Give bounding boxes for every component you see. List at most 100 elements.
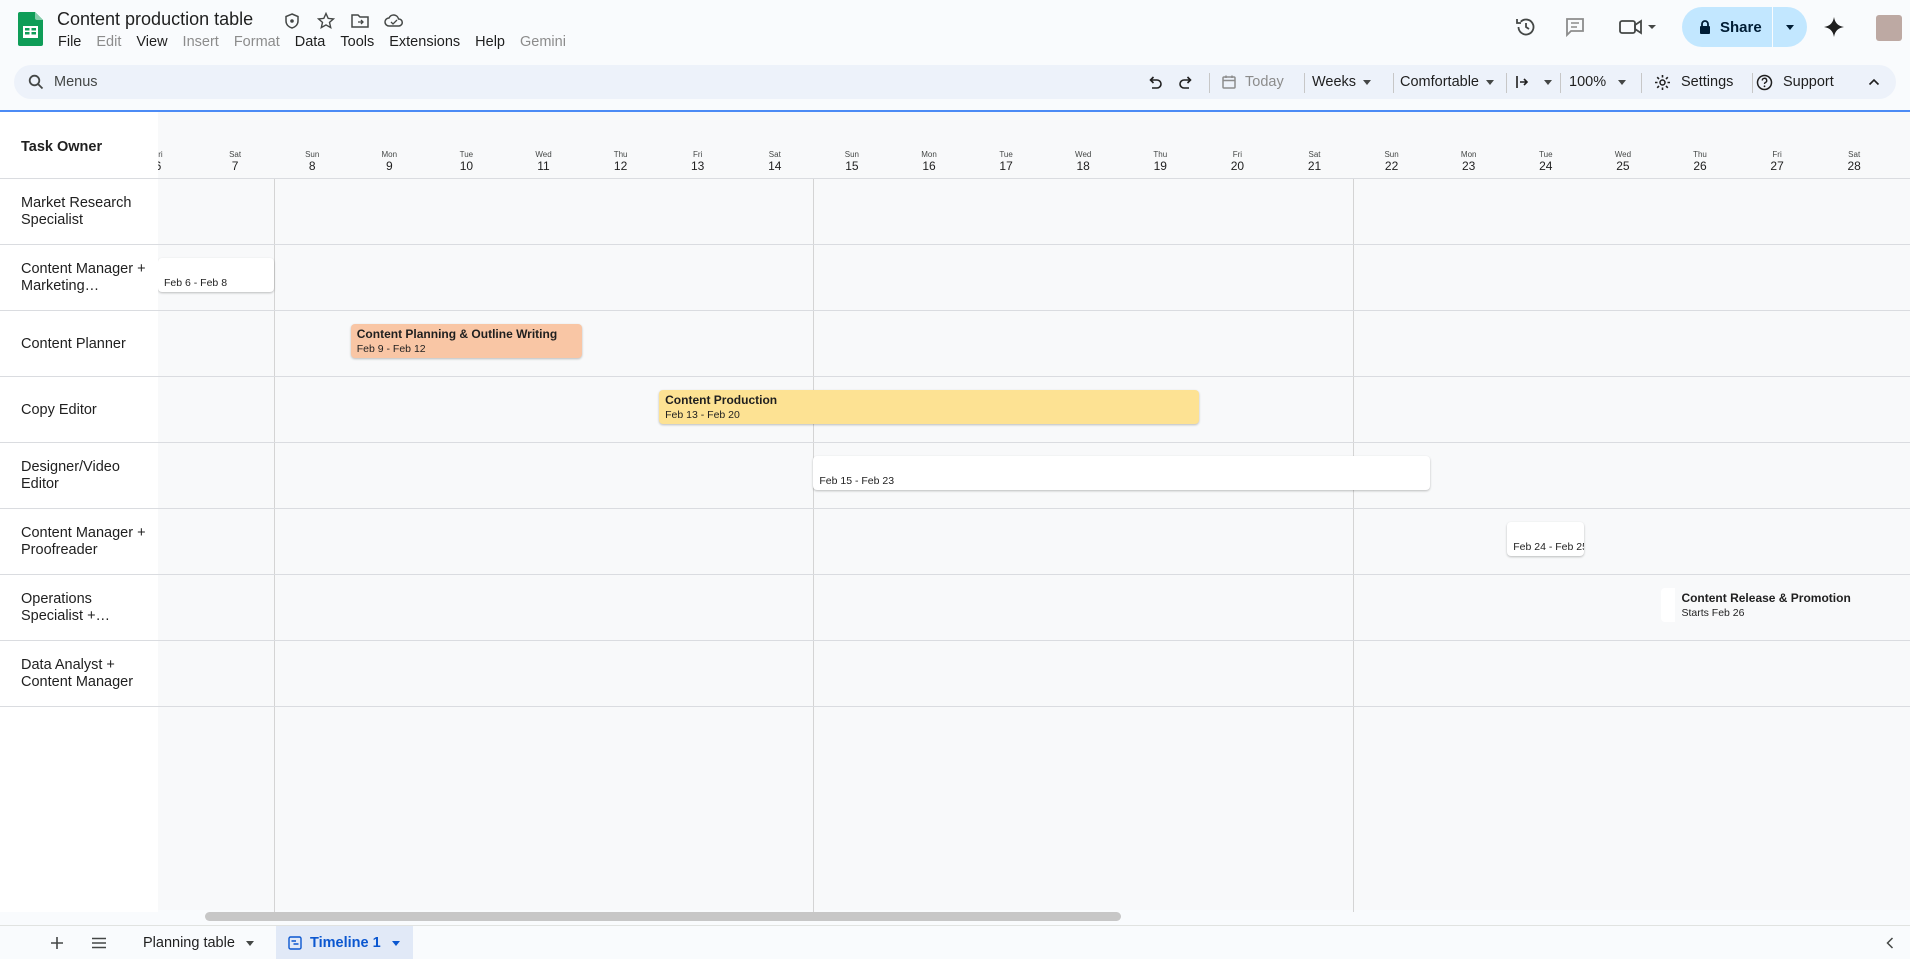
sheet-tab-label: Planning table [143, 935, 235, 951]
undo-icon [1149, 76, 1162, 89]
menu-extensions[interactable]: Extensions [389, 34, 467, 50]
help-circle-icon [1756, 74, 1773, 90]
task-bar[interactable]: Feb 24 - Feb 25 [1507, 522, 1585, 556]
row-divider [0, 442, 1910, 443]
menu-format[interactable]: Format [234, 34, 287, 50]
caret-down-icon [1485, 79, 1494, 85]
document-title[interactable]: Content production table [57, 9, 253, 30]
day-name: Tue [459, 150, 474, 159]
cloud-saved-icon[interactable] [382, 11, 406, 31]
owner-row-label[interactable]: Content Manager + Marketing… [0, 245, 158, 311]
day-number: 25 [1616, 159, 1630, 173]
support-button[interactable]: Support [1756, 65, 1834, 99]
menu-tools[interactable]: Tools [340, 34, 381, 50]
day-name: Sat [768, 150, 781, 159]
settings-button[interactable]: Settings [1654, 65, 1733, 99]
meet-video-icon[interactable] [1617, 14, 1659, 40]
time-scale-label: Weeks [1312, 74, 1357, 90]
day-number: 12 [613, 159, 628, 173]
search-menus[interactable]: Menus [28, 65, 98, 99]
menu-insert[interactable]: Insert [183, 34, 226, 50]
menu-view[interactable]: View [136, 34, 174, 50]
version-history-icon[interactable] [1513, 14, 1539, 40]
day-name: Wed [1614, 150, 1632, 159]
add-sheet-icon[interactable] [44, 926, 70, 959]
caret-down-icon[interactable] [391, 940, 400, 946]
day-header: Thu 12 [601, 150, 641, 174]
owner-row-label[interactable]: Designer/Video Editor [0, 443, 158, 509]
owner-row-label[interactable]: Content Manager + Proofreader [0, 509, 158, 575]
day-number: 13 [691, 159, 705, 173]
all-sheets-menu-icon[interactable] [86, 926, 112, 959]
title-bar: Content production table File Edit View … [0, 0, 1910, 62]
sheet-tab-timeline-1[interactable]: Timeline 1 [276, 926, 413, 959]
timeline-toolbar: Menus Today Weeks Comfortable 100% Setti… [14, 65, 1896, 99]
task-bar[interactable]: Feb 6 - Feb 8 [158, 258, 274, 292]
day-number: 15 [845, 159, 859, 173]
collapse-toolbar-button[interactable] [1867, 65, 1881, 99]
day-name: Fri [1772, 150, 1782, 159]
density-dropdown[interactable]: Comfortable [1400, 65, 1494, 99]
explore-panel-chevron-icon[interactable] [1880, 926, 1900, 959]
owner-row-label[interactable]: Data Analyst + Content Manager [0, 641, 158, 707]
menu-help[interactable]: Help [475, 34, 512, 50]
owner-row-label[interactable]: Content Planner [0, 311, 158, 377]
horizontal-scrollbar[interactable] [205, 912, 1121, 921]
day-number: 6 [158, 159, 178, 174]
day-number: 7 [231, 159, 239, 173]
timeline-grid[interactable]: Fri6Sat7Sun8Mon9Tue10Wed11Thu12Fri13Sat1… [158, 112, 1910, 912]
day-name: Sat [1848, 150, 1861, 159]
zoom-dropdown[interactable]: 100% [1569, 65, 1627, 99]
task-bar[interactable]: Content Production Feb 13 - Feb 20 [659, 390, 1199, 424]
owner-row-label[interactable]: Copy Editor [0, 377, 158, 443]
today-button[interactable]: Today [1221, 65, 1284, 99]
comments-icon[interactable] [1562, 14, 1588, 40]
collapse-columns-dropdown[interactable] [1514, 65, 1552, 99]
day-header: Wed 18 [1063, 150, 1103, 174]
star-icon[interactable] [314, 11, 338, 31]
owner-row-label[interactable]: Market Research Specialist [0, 179, 158, 245]
day-header: Sun 15 [832, 150, 872, 174]
day-number: 16 [922, 159, 936, 173]
day-number: 26 [1693, 159, 1707, 173]
toolbar-divider [1560, 73, 1561, 93]
task-bar-dates: Feb 9 - Feb 12 [356, 343, 426, 355]
undo-button[interactable] [1146, 65, 1164, 99]
day-header: Sat 7 [215, 150, 255, 174]
avatar[interactable] [1876, 15, 1902, 41]
caret-down-icon [1363, 79, 1372, 85]
day-name: Mon [921, 150, 937, 159]
menu-file[interactable]: File [58, 34, 88, 50]
menu-bar: File Edit View Insert Format Data Tools … [58, 34, 581, 50]
day-name: Sun [844, 150, 859, 159]
task-bar[interactable]: Content Release & Promotion Starts Feb 26 [1661, 588, 1910, 622]
task-bar[interactable]: Content Planning & Outline Writing Feb 9 … [350, 324, 583, 358]
share-dropdown-button[interactable] [1773, 7, 1807, 47]
shield-icon[interactable] [280, 11, 304, 31]
day-name: Thu [1153, 150, 1168, 159]
row-divider [0, 640, 1910, 641]
menu-edit[interactable]: Edit [96, 34, 128, 50]
sheet-tab-planning-table[interactable]: Planning table [131, 926, 266, 959]
collapse-columns-icon [1516, 76, 1529, 88]
share-button[interactable]: Share [1682, 7, 1772, 47]
task-bar-dates: Feb 13 - Feb 20 [665, 409, 740, 421]
row-divider [0, 706, 1910, 707]
row-divider [0, 508, 1910, 509]
move-to-folder-icon[interactable] [348, 11, 372, 31]
task-bar[interactable]: Feb 15 - Feb 23 [813, 456, 1431, 490]
row-divider [0, 310, 1910, 311]
toolbar-divider [1304, 73, 1305, 93]
day-header: Sat 21 [1295, 150, 1335, 174]
owner-row-label[interactable]: Operations Specialist +… [0, 575, 158, 641]
menu-gemini[interactable]: Gemini [520, 34, 573, 50]
menu-data[interactable]: Data [295, 34, 333, 50]
task-bar-title: Content Production [665, 393, 778, 407]
gemini-sparkle-icon[interactable] [1821, 14, 1847, 40]
time-scale-dropdown[interactable]: Weeks [1312, 65, 1372, 99]
sheets-logo-icon[interactable] [18, 12, 43, 46]
day-name: Wed [535, 150, 552, 159]
redo-button[interactable] [1177, 65, 1195, 99]
day-header: Fri 13 [678, 150, 718, 174]
caret-down-icon[interactable] [245, 940, 254, 946]
